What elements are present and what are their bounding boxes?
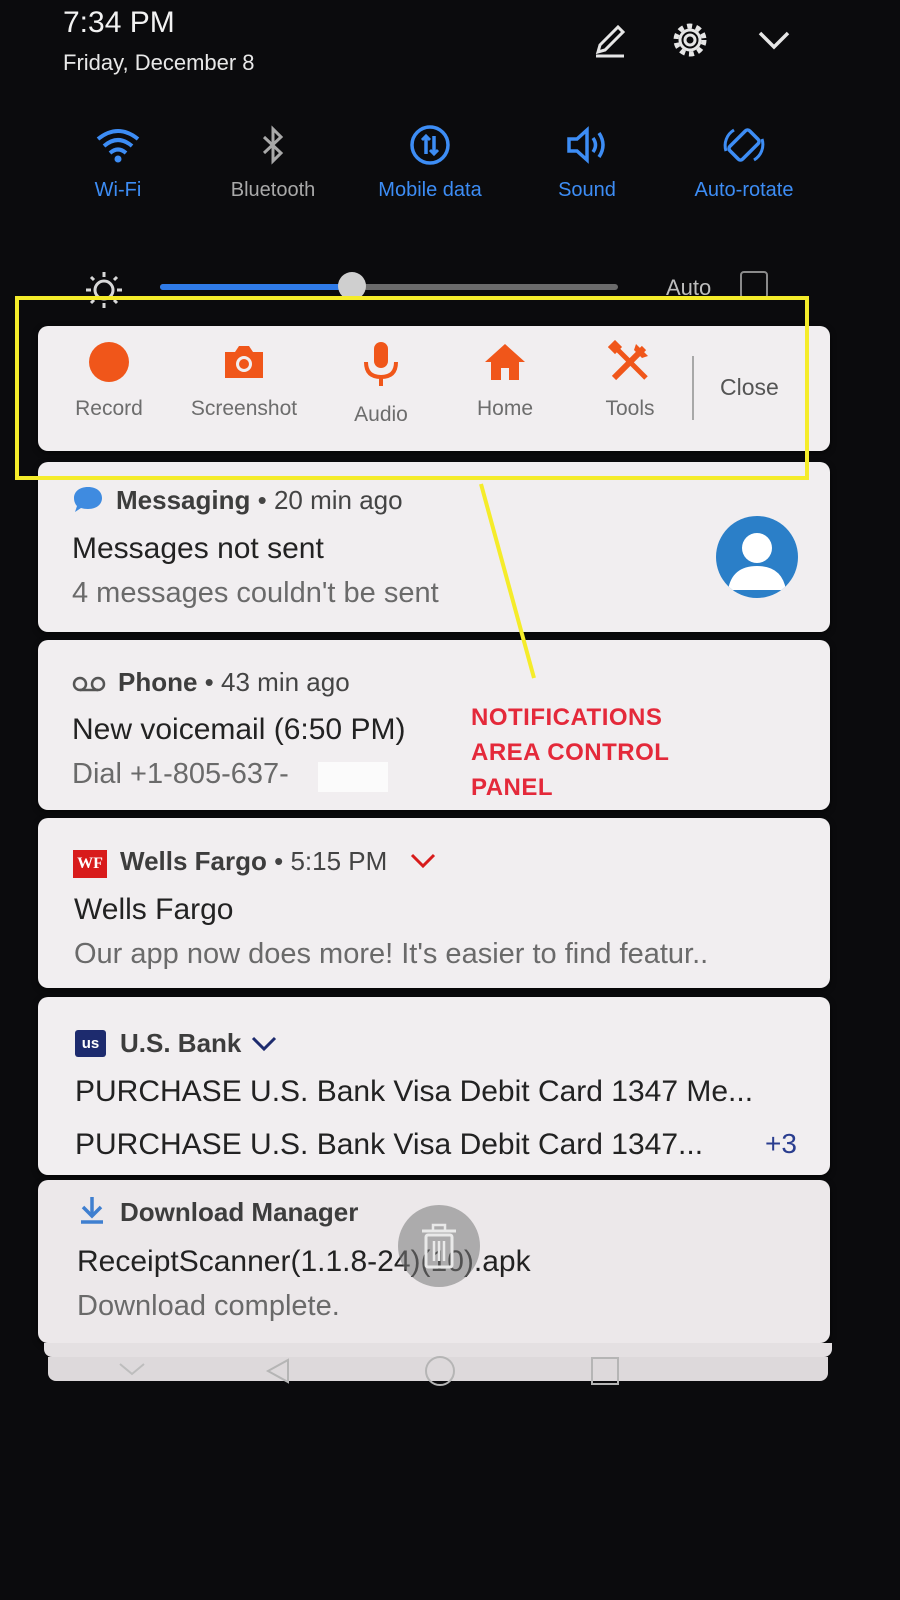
mobile-data-icon (410, 125, 450, 165)
notification-body: 4 messages couldn't be sent (72, 577, 439, 609)
app-name: Messaging (116, 485, 251, 515)
toggle-label: Wi-Fi (94, 179, 142, 201)
message-bubble-icon (74, 487, 102, 512)
us-bank-logo: us (75, 1030, 106, 1057)
expand-chevron-icon[interactable] (410, 852, 436, 870)
annotation-line: NOTIFICATIONS (471, 704, 663, 731)
toggle-auto-rotate[interactable]: Auto-rotate (669, 125, 819, 202)
notification-time: 20 min ago (273, 485, 403, 515)
expand-chevron-icon[interactable] (251, 1035, 277, 1053)
chevron-down-icon[interactable] (752, 18, 796, 62)
notification-title: Wells Fargo (74, 893, 234, 926)
notification-title: Messages not sent (72, 532, 324, 565)
more-count: +3 (765, 1128, 797, 1159)
bluetooth-icon (262, 125, 284, 165)
notification-header: Download Manager (120, 1197, 358, 1228)
auto-brightness-checkbox[interactable] (740, 271, 768, 299)
wells-fargo-logo: WF (73, 850, 107, 878)
auto-rotate-icon (723, 128, 765, 162)
notification-line: PURCHASE U.S. Bank Visa Debit Card 1347 … (75, 1075, 754, 1108)
toggle-bluetooth[interactable]: Bluetooth (198, 125, 348, 202)
wifi-icon (96, 129, 140, 163)
toggle-wifi[interactable]: Wi-Fi (43, 125, 193, 202)
annotation-line: AREA CONTROL (471, 739, 670, 766)
trash-icon (422, 1223, 456, 1269)
app-name: Phone (118, 667, 198, 697)
clear-all-button[interactable] (398, 1205, 480, 1287)
notification-header: Wells Fargo • 5:15 PM (120, 846, 388, 876)
app-name: U.S. Bank (120, 1028, 242, 1058)
brightness-fill (160, 284, 352, 290)
notification-body: Our app now does more! It's easier to fi… (74, 938, 709, 970)
stacked-card-edge (44, 1343, 832, 1357)
voicemail-icon (72, 676, 106, 692)
gear-icon[interactable] (668, 18, 712, 62)
navigation-bar-ghost (119, 1356, 619, 1386)
edit-icon[interactable] (588, 18, 632, 62)
clock-time: 7:34 PM (63, 6, 175, 39)
notification-body: Dial +1-805-637- (72, 758, 289, 790)
annotation-line: PANEL (471, 774, 554, 801)
toggle-label: Auto-rotate (694, 179, 794, 201)
notification-body: Download complete. (77, 1290, 340, 1322)
notification-header: Messaging • 20 min ago (116, 485, 403, 515)
sound-icon (567, 126, 605, 164)
toggle-label: Mobile data (378, 179, 482, 201)
app-name: Wells Fargo (120, 846, 267, 876)
toggle-mobile-data[interactable]: Mobile data (355, 125, 505, 202)
notification-time: 43 min ago (221, 667, 350, 697)
avatar (716, 516, 798, 598)
notification-title: New voicemail (6:50 PM) (72, 713, 406, 746)
app-name: Download Manager (120, 1197, 359, 1227)
person-icon (728, 533, 786, 590)
toggle-label: Bluetooth (230, 179, 316, 201)
redacted-number (318, 762, 388, 792)
date-text: Friday, December 8 (63, 50, 255, 75)
notification-line: PURCHASE U.S. Bank Visa Debit Card 1347.… (75, 1128, 704, 1161)
download-icon (81, 1197, 103, 1224)
notification-header: U.S. Bank (120, 1028, 241, 1059)
notification-header: Phone • 43 min ago (118, 667, 350, 697)
toggle-label: Sound (558, 179, 616, 201)
annotation-highlight-box (15, 296, 809, 480)
annotation-label: NOTIFICATIONS AREA CONTROL PANEL (471, 700, 669, 805)
toggle-sound[interactable]: Sound (512, 125, 662, 202)
notification-time: 5:15 PM (290, 846, 388, 876)
